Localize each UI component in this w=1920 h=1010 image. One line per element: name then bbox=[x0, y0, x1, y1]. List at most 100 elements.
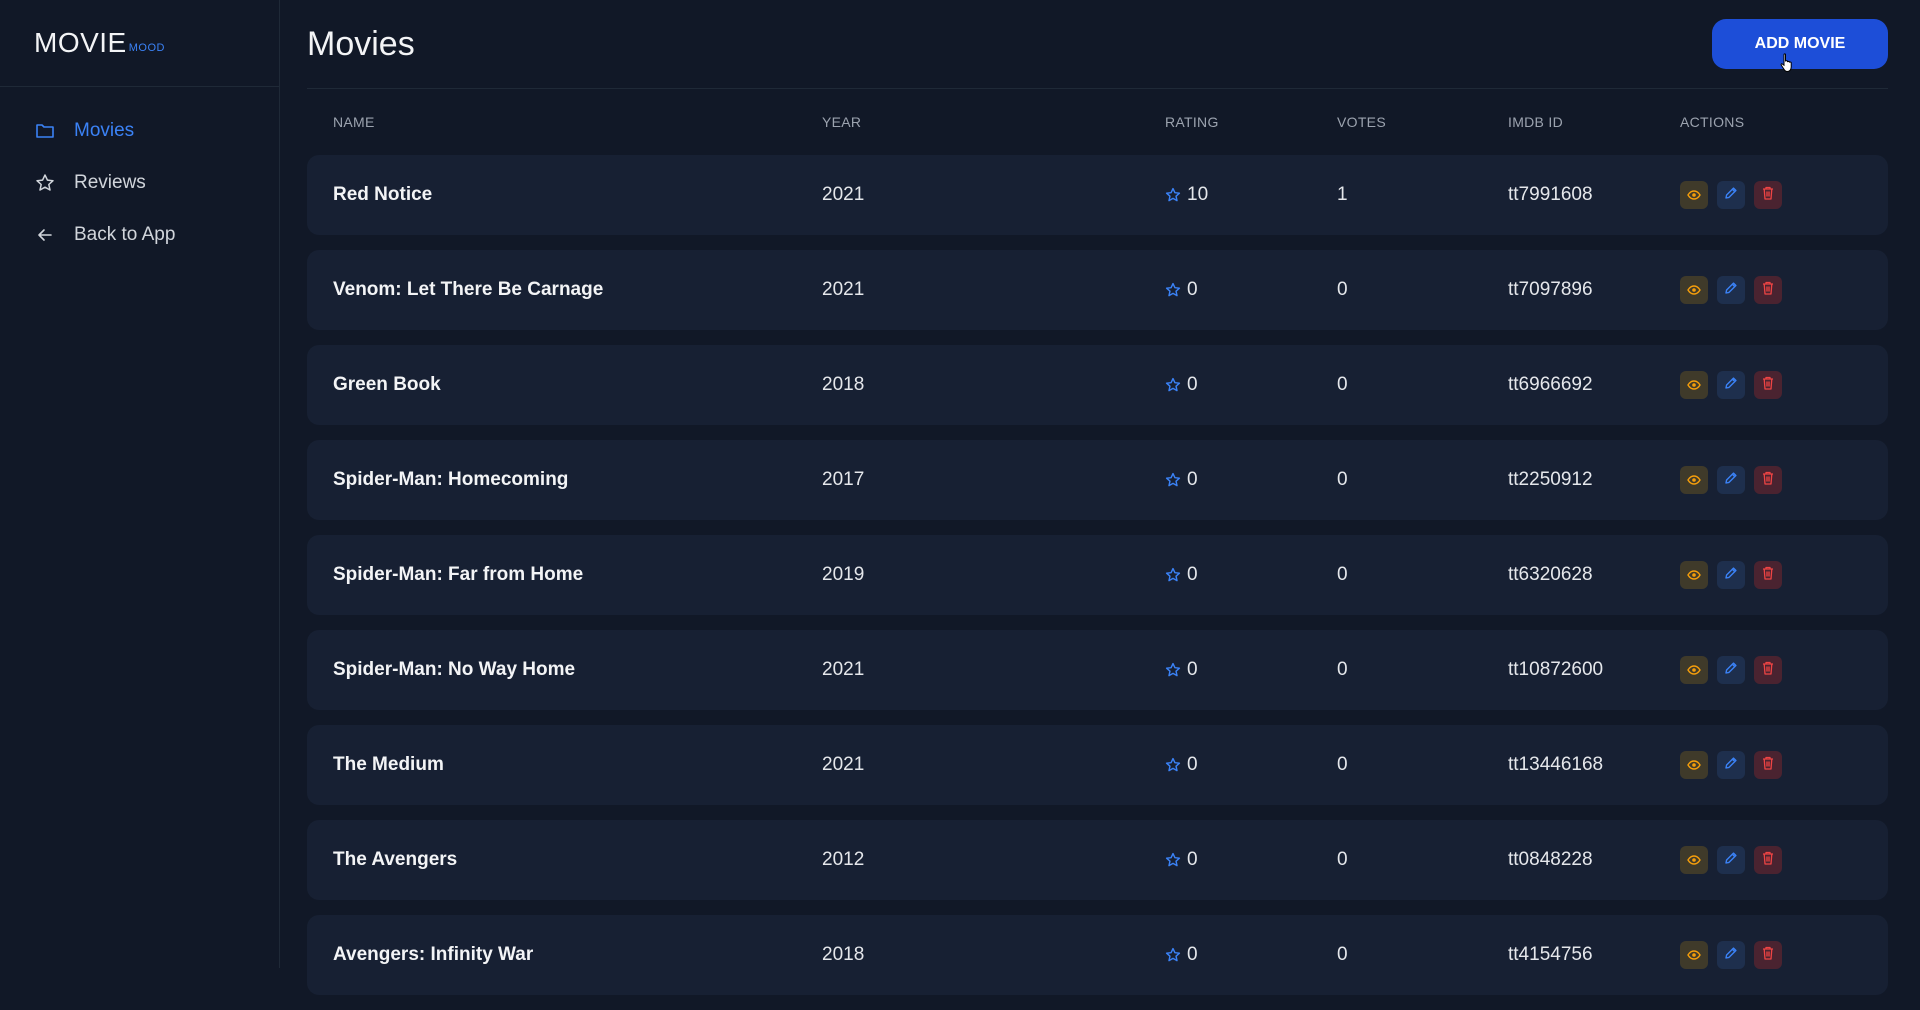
table-row[interactable]: Venom: Let There Be Carnage 2021 0 0 tt7… bbox=[307, 250, 1888, 330]
trash-icon bbox=[1762, 564, 1774, 586]
movie-name: Spider-Man: Homecoming bbox=[333, 469, 569, 490]
table-header: NAME YEAR RATING VOTES IMDB ID ACTIONS bbox=[307, 89, 1888, 155]
view-button[interactable] bbox=[1680, 941, 1708, 969]
column-header-year[interactable]: YEAR bbox=[822, 114, 1165, 130]
movie-year: 2012 bbox=[822, 849, 865, 870]
trash-icon bbox=[1762, 944, 1774, 966]
movie-year: 2018 bbox=[822, 944, 865, 965]
main-content: Movies ADD MOVIE NAME YEAR RATING VOTES … bbox=[307, 0, 1888, 1010]
sidebar-nav: Movies Reviews Back to App bbox=[0, 87, 279, 261]
delete-button[interactable] bbox=[1754, 941, 1782, 969]
row-actions bbox=[1680, 181, 1888, 209]
star-icon bbox=[1165, 187, 1181, 203]
edit-button[interactable] bbox=[1717, 751, 1745, 779]
rating-value: 0 bbox=[1187, 944, 1198, 965]
table-row[interactable]: The Medium 2021 0 0 tt13446168 bbox=[307, 725, 1888, 805]
sidebar-item-movies[interactable]: Movies bbox=[0, 105, 279, 157]
table-row[interactable]: Green Book 2018 0 0 tt6966692 bbox=[307, 345, 1888, 425]
movie-imdb-id: tt6966692 bbox=[1508, 374, 1593, 395]
sidebar-item-label: Back to App bbox=[74, 224, 176, 245]
view-button[interactable] bbox=[1680, 656, 1708, 684]
page-header: Movies ADD MOVIE bbox=[307, 0, 1888, 89]
movie-name: The Medium bbox=[333, 754, 444, 775]
column-header-imdb-id[interactable]: IMDB ID bbox=[1508, 114, 1680, 130]
column-header-rating[interactable]: RATING bbox=[1165, 114, 1337, 130]
movie-votes: 0 bbox=[1337, 469, 1348, 490]
view-button[interactable] bbox=[1680, 751, 1708, 779]
delete-button[interactable] bbox=[1754, 846, 1782, 874]
delete-button[interactable] bbox=[1754, 181, 1782, 209]
rating-value: 0 bbox=[1187, 374, 1198, 395]
view-button[interactable] bbox=[1680, 371, 1708, 399]
folder-icon bbox=[34, 120, 56, 142]
eye-icon bbox=[1687, 849, 1701, 871]
trash-icon bbox=[1762, 849, 1774, 871]
pencil-icon bbox=[1724, 754, 1738, 776]
row-actions bbox=[1680, 846, 1888, 874]
movie-imdb-id: tt7991608 bbox=[1508, 184, 1593, 205]
delete-button[interactable] bbox=[1754, 561, 1782, 589]
column-header-name[interactable]: NAME bbox=[307, 114, 822, 130]
row-actions bbox=[1680, 941, 1888, 969]
eye-icon bbox=[1687, 279, 1701, 301]
delete-button[interactable] bbox=[1754, 466, 1782, 494]
star-icon bbox=[1165, 472, 1181, 488]
edit-button[interactable] bbox=[1717, 276, 1745, 304]
star-icon bbox=[1165, 567, 1181, 583]
sidebar-item-label: Movies bbox=[74, 120, 135, 141]
star-icon bbox=[1165, 947, 1181, 963]
arrow-left-icon bbox=[34, 224, 56, 246]
table-body: Red Notice 2021 10 1 tt7991608 Venom: Le… bbox=[307, 155, 1888, 995]
view-button[interactable] bbox=[1680, 181, 1708, 209]
movie-name: Avengers: Infinity War bbox=[333, 944, 534, 965]
sidebar: MOVIE MOOD Movies Reviews Back to App bbox=[0, 0, 280, 968]
edit-button[interactable] bbox=[1717, 466, 1745, 494]
edit-button[interactable] bbox=[1717, 846, 1745, 874]
view-button[interactable] bbox=[1680, 466, 1708, 494]
sidebar-item-reviews[interactable]: Reviews bbox=[0, 157, 279, 209]
table-row[interactable]: Avengers: Infinity War 2018 0 0 tt415475… bbox=[307, 915, 1888, 995]
sidebar-item-back-to-app[interactable]: Back to App bbox=[0, 209, 279, 261]
rating-value: 0 bbox=[1187, 849, 1198, 870]
delete-button[interactable] bbox=[1754, 751, 1782, 779]
column-header-votes[interactable]: VOTES bbox=[1337, 114, 1508, 130]
logo[interactable]: MOVIE MOOD bbox=[0, 0, 279, 87]
table-row[interactable]: The Avengers 2012 0 0 tt0848228 bbox=[307, 820, 1888, 900]
view-button[interactable] bbox=[1680, 561, 1708, 589]
view-button[interactable] bbox=[1680, 846, 1708, 874]
movie-rating: 0 bbox=[1165, 944, 1337, 966]
pencil-icon bbox=[1724, 849, 1738, 871]
pencil-icon bbox=[1724, 374, 1738, 396]
star-icon bbox=[1165, 852, 1181, 868]
table-row[interactable]: Spider-Man: Homecoming 2017 0 0 tt225091… bbox=[307, 440, 1888, 520]
movie-votes: 0 bbox=[1337, 564, 1348, 585]
view-button[interactable] bbox=[1680, 276, 1708, 304]
movie-name: Venom: Let There Be Carnage bbox=[333, 279, 604, 300]
edit-button[interactable] bbox=[1717, 371, 1745, 399]
movie-votes: 0 bbox=[1337, 659, 1348, 680]
table-row[interactable]: Red Notice 2021 10 1 tt7991608 bbox=[307, 155, 1888, 235]
rating-value: 0 bbox=[1187, 279, 1198, 300]
column-header-actions: ACTIONS bbox=[1680, 114, 1745, 130]
movie-rating: 0 bbox=[1165, 374, 1337, 396]
row-actions bbox=[1680, 276, 1888, 304]
edit-button[interactable] bbox=[1717, 561, 1745, 589]
trash-icon bbox=[1762, 184, 1774, 206]
row-actions bbox=[1680, 656, 1888, 684]
add-movie-button[interactable]: ADD MOVIE bbox=[1712, 19, 1888, 73]
edit-button[interactable] bbox=[1717, 656, 1745, 684]
delete-button[interactable] bbox=[1754, 371, 1782, 399]
trash-icon bbox=[1762, 279, 1774, 301]
edit-button[interactable] bbox=[1717, 941, 1745, 969]
page-title: Movies bbox=[307, 24, 415, 63]
logo-sub: MOOD bbox=[128, 42, 165, 54]
trash-icon bbox=[1762, 374, 1774, 396]
movie-year: 2021 bbox=[822, 659, 865, 680]
table-row[interactable]: Spider-Man: No Way Home 2021 0 0 tt10872… bbox=[307, 630, 1888, 710]
table-row[interactable]: Spider-Man: Far from Home 2019 0 0 tt632… bbox=[307, 535, 1888, 615]
delete-button[interactable] bbox=[1754, 656, 1782, 684]
delete-button[interactable] bbox=[1754, 276, 1782, 304]
movie-imdb-id: tt0848228 bbox=[1508, 849, 1593, 870]
movie-rating: 10 bbox=[1165, 184, 1337, 206]
edit-button[interactable] bbox=[1717, 181, 1745, 209]
